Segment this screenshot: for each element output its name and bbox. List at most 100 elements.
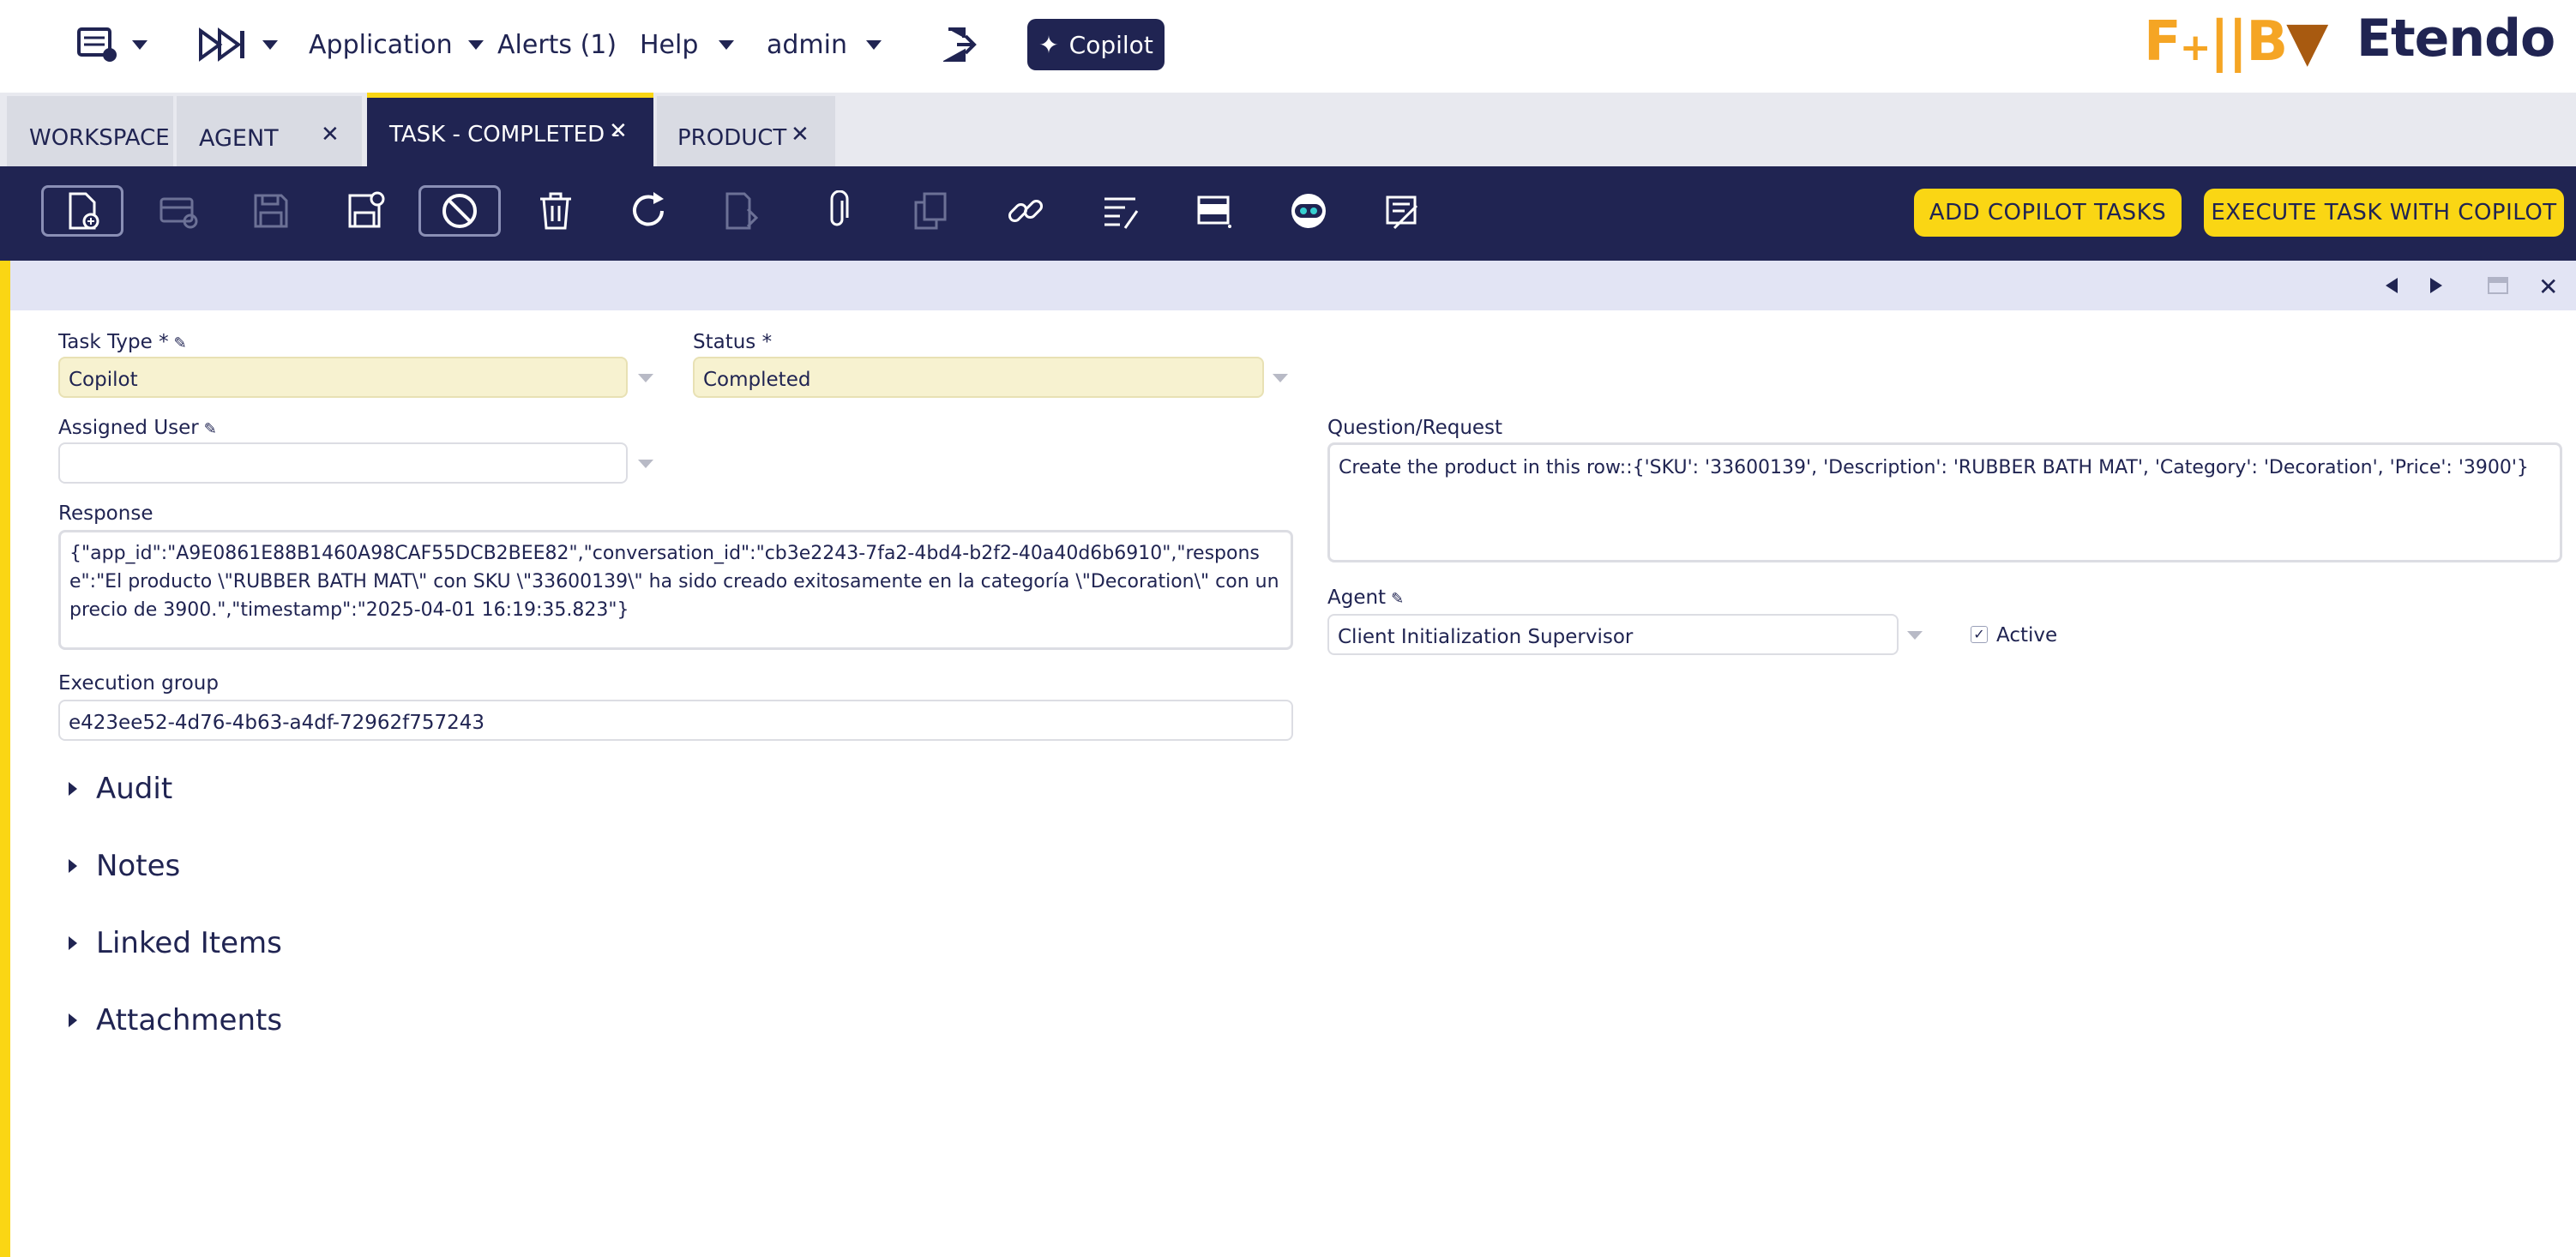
fast-forward-icon	[199, 27, 244, 62]
quick-launch-menu[interactable]	[75, 0, 147, 89]
active-checkbox[interactable]: ✓	[1971, 626, 1988, 643]
new-record-button[interactable]	[41, 185, 123, 237]
pin-icon[interactable]: ✎	[174, 334, 187, 352]
chevron-down-icon	[262, 39, 278, 50]
assigned-user-label: Assigned User ✎	[58, 417, 217, 439]
section-attachments[interactable]: Attachments	[69, 1003, 282, 1037]
assigned-user-label-text: Assigned User	[58, 417, 199, 439]
agent-field[interactable]: Client Initialization Supervisor	[1327, 614, 1899, 655]
alerts-link[interactable]: Alerts (1)	[497, 0, 617, 89]
status-field[interactable]: Completed	[693, 357, 1264, 398]
refresh-button[interactable]	[621, 185, 676, 237]
new-record-icon	[69, 192, 99, 230]
agent-label-text: Agent	[1327, 586, 1387, 609]
maximize-icon[interactable]	[2487, 276, 2509, 298]
question-value: Create the product in this row::{'SKU': …	[1339, 457, 2529, 478]
close-icon[interactable]: ✕	[321, 122, 340, 147]
execution-group-value: e423ee52-4d76-4b63-a4df-72962f757243	[69, 712, 485, 734]
new-grid-record-button[interactable]	[151, 185, 206, 237]
help-menu[interactable]: Help	[640, 0, 735, 89]
section-audit[interactable]: Audit	[69, 772, 172, 806]
question-label: Question/Request	[1327, 417, 1502, 439]
link-icon	[1008, 199, 1044, 223]
link-button[interactable]	[998, 185, 1053, 237]
tab-product[interactable]: PRODUCT ✕	[657, 96, 835, 166]
pin-icon[interactable]: ✎	[1391, 590, 1404, 608]
save-button[interactable]	[244, 185, 298, 237]
tab-task-completed[interactable]: TASK - COMPLETED - ✕	[367, 93, 653, 166]
export-button[interactable]	[715, 185, 770, 237]
audit-icon	[1104, 197, 1139, 229]
quick-create-menu[interactable]	[199, 0, 278, 89]
status-value: Completed	[703, 369, 811, 391]
delete-icon	[540, 192, 571, 230]
user-menu[interactable]: admin	[767, 0, 882, 89]
add-copilot-tasks-button[interactable]: ADD COPILOT TASKS	[1914, 189, 2182, 237]
agent-value: Client Initialization Supervisor	[1338, 626, 1634, 648]
logout-button[interactable]	[943, 0, 981, 89]
form-subheader: ✕	[10, 261, 2576, 310]
chevron-down-icon[interactable]	[1273, 374, 1288, 382]
question-textarea[interactable]: Create the product in this row::{'SKU': …	[1327, 442, 2562, 562]
tab-label: PRODUCT	[677, 125, 787, 151]
execute-task-label: EXECUTE TASK WITH COPILOT	[2211, 200, 2557, 226]
form-grid-toggle-button[interactable]	[1187, 185, 1242, 237]
attachment-icon	[830, 190, 849, 226]
copilot-bot-button[interactable]	[1281, 185, 1336, 237]
task-type-field[interactable]: Copilot	[58, 357, 628, 398]
undo-button[interactable]	[418, 185, 501, 237]
record-toolbar: ADD COPILOT TASKS EXECUTE TASK WITH COPI…	[0, 166, 2576, 261]
refresh-icon	[633, 192, 664, 226]
window-tabs: WORKSPACE AGENT ✕ TASK - COMPLETED - ✕ P…	[0, 93, 2576, 166]
tab-label: AGENT	[199, 125, 279, 152]
copilot-button-label: Copilot	[1068, 30, 1153, 59]
clone-button[interactable]	[904, 185, 959, 237]
delete-button[interactable]	[528, 185, 583, 237]
status-label-text: Status *	[693, 331, 773, 353]
clone-icon	[914, 192, 947, 230]
section-notes[interactable]: Notes	[69, 849, 180, 883]
application-menu[interactable]: Application	[309, 0, 484, 89]
task-type-label: Task Type * ✎	[58, 331, 187, 353]
chevron-down-icon[interactable]	[1907, 631, 1923, 640]
close-form-icon[interactable]: ✕	[2538, 273, 2558, 301]
tab-agent[interactable]: AGENT ✕	[177, 96, 362, 166]
attachment-button[interactable]	[810, 185, 864, 237]
fb-logo: F+||B▼	[2144, 10, 2328, 74]
copilot-bot-icon	[1291, 194, 1326, 228]
chevron-down-icon[interactable]	[638, 460, 653, 468]
active-window-indicator	[0, 261, 10, 1257]
export-icon	[725, 192, 759, 230]
chevron-down-icon	[467, 39, 484, 50]
section-linked-items[interactable]: Linked Items	[69, 926, 282, 960]
save-close-button[interactable]	[338, 185, 393, 237]
tab-workspace[interactable]: WORKSPACE	[7, 96, 173, 166]
close-icon[interactable]: ✕	[791, 122, 810, 147]
previous-record-icon[interactable]	[2382, 276, 2401, 298]
section-label: Attachments	[96, 1003, 283, 1037]
copilot-button[interactable]: ✦ Copilot	[1027, 19, 1165, 70]
assigned-user-field[interactable]	[58, 442, 628, 484]
tab-label: TASK - COMPLETED -	[389, 122, 620, 147]
save-icon	[254, 194, 288, 228]
response-value: {"app_id":"A9E0861E88B1460A98CAF55DCB2BE…	[69, 543, 1279, 621]
chevron-down-icon	[719, 39, 735, 50]
notes-button[interactable]	[1375, 185, 1430, 237]
execution-group-label: Execution group	[58, 672, 219, 695]
next-record-icon[interactable]	[2427, 276, 2446, 298]
chevron-down-icon[interactable]	[638, 374, 653, 382]
close-icon[interactable]: ✕	[609, 118, 628, 144]
response-textarea[interactable]: {"app_id":"A9E0861E88B1460A98CAF55DCB2BE…	[58, 530, 1293, 650]
section-label: Notes	[96, 849, 181, 883]
sparkle-icon: ✦	[1038, 30, 1059, 59]
logout-icon	[943, 27, 977, 62]
save-close-icon	[348, 191, 385, 228]
undo-icon	[442, 194, 477, 228]
status-label: Status *	[693, 331, 772, 353]
execute-task-button[interactable]: EXECUTE TASK WITH COPILOT	[2204, 189, 2564, 237]
execution-group-field[interactable]: e423ee52-4d76-4b63-a4df-72962f757243	[58, 700, 1293, 741]
user-menu-label: admin	[767, 29, 847, 60]
audit-button[interactable]	[1092, 185, 1147, 237]
pin-icon[interactable]: ✎	[204, 420, 217, 438]
task-type-value: Copilot	[69, 369, 138, 391]
